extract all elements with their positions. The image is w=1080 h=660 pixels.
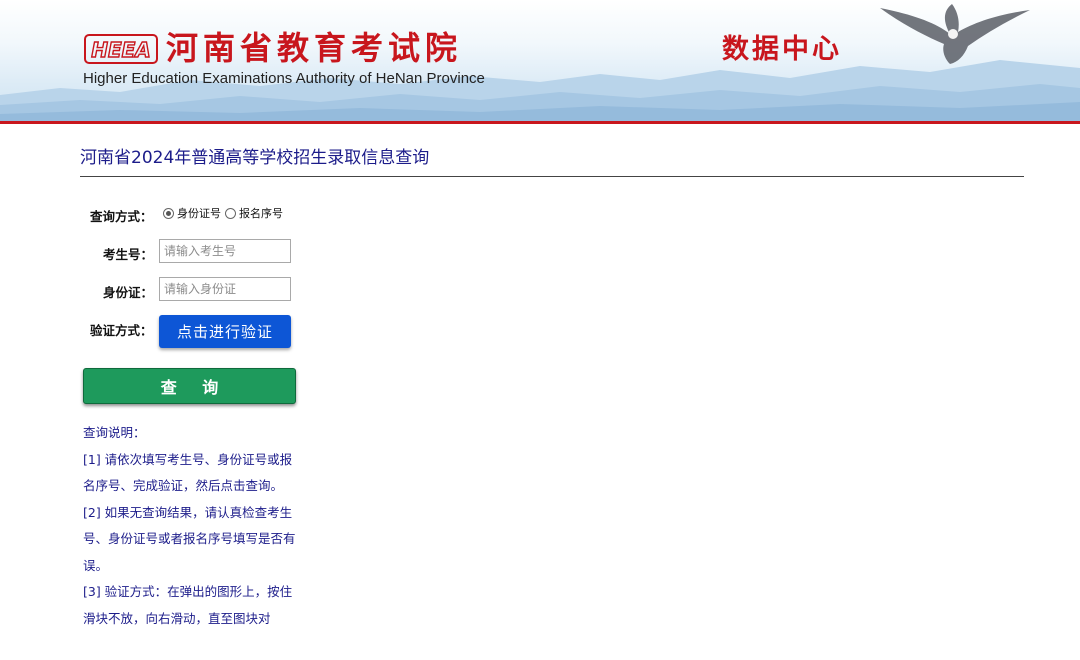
heea-logo-icon: HEEA [84,34,158,64]
instruction-item: [2] 如果无查询结果，请认真检查考生号、身份证号或者报名序号填写是否有误。 [83,504,296,573]
query-instructions: 查询说明： [1] 请依次填写考生号、身份证号或报名序号、完成验证，然后点击查询… [83,420,301,632]
id-card-label: 身份证： [103,285,154,300]
org-name: 河南省教育考试院 [166,29,463,67]
header-banner: HEEA 河南省教育考试院 Higher Education Examinati… [0,0,1080,121]
header-divider [0,121,1080,124]
heea-logo: HEEA [84,33,158,65]
query-method-radio-group: 身份证号 报名序号 [163,205,287,221]
eagle-icon [880,4,1030,64]
instruction-item: [3] 验证方式：在弹出的图形上，按住滑块不放，向右滑动，直至图块对 [83,584,293,626]
org-name-english: Higher Education Examinations Authority … [83,70,485,87]
id-card-input[interactable] [159,277,291,301]
data-center-title: 数据中心 [722,34,842,65]
page-title: 河南省2024年普通高等学校招生录取信息查询 [80,148,430,168]
query-method-label: 查询方式： [90,209,153,224]
instruction-item: [1] 请依次填写考生号、身份证号或报名序号、完成验证，然后点击查询。 [83,451,293,494]
svg-text:HEEA: HEEA [91,38,151,62]
title-divider [80,176,1024,177]
exam-number-label: 考生号： [103,247,154,262]
query-button[interactable]: 查 询 [83,368,296,404]
radio-id-number-dot[interactable] [163,207,174,219]
radio-registration-number-dot[interactable] [225,207,236,219]
verify-method-label: 验证方式： [90,323,153,338]
radio-id-number[interactable]: 身份证号 [163,205,221,221]
radio-id-number-label: 身份证号 [177,207,221,220]
verify-button[interactable]: 点击进行验证 [159,315,291,348]
radio-registration-number[interactable]: 报名序号 [225,205,283,221]
instructions-heading: 查询说明： [83,425,146,440]
exam-number-input[interactable] [159,239,291,263]
radio-registration-number-label: 报名序号 [239,207,283,220]
